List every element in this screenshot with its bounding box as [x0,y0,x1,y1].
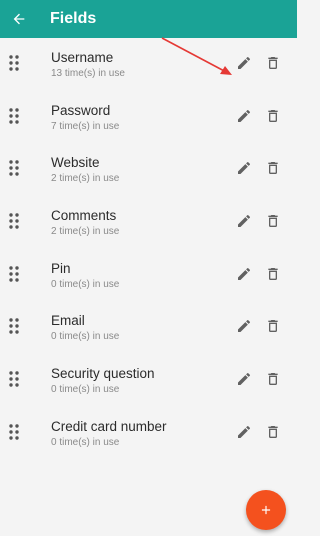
trash-icon [268,162,278,175]
delete-button[interactable] [262,315,284,337]
field-text: Website 2 time(s) in use [51,155,119,185]
field-row[interactable]: Comments 2 time(s) in use [0,196,297,249]
delete-button[interactable] [262,368,284,390]
edit-button[interactable] [233,157,255,179]
field-name: Password [51,102,111,118]
drag-handle-icon[interactable] [9,266,19,287]
field-name: Pin [51,260,71,276]
field-name: Credit card number [51,418,167,434]
field-row[interactable]: Website 2 time(s) in use [0,143,297,196]
add-field-button[interactable] [246,490,286,530]
fields-list: Username 13 time(s) in use Password 7 ti… [0,38,297,460]
app-bar: Fields [0,0,297,38]
field-row[interactable]: Username 13 time(s) in use [0,38,297,91]
edit-button[interactable] [233,210,255,232]
field-name: Website [51,155,100,171]
edit-button[interactable] [233,421,255,443]
edit-button[interactable] [233,52,255,74]
field-usage: 0 time(s) in use [51,384,120,396]
drag-handle-icon[interactable] [9,213,19,234]
edit-button[interactable] [233,263,255,285]
field-usage: 0 time(s) in use [51,436,120,448]
field-text: Password 7 time(s) in use [51,103,119,133]
delete-button[interactable] [262,105,284,127]
field-usage: 13 time(s) in use [51,68,125,79]
pencil-icon [238,162,251,175]
trash-icon [268,109,278,122]
drag-handle-icon[interactable] [9,318,19,339]
field-text: Email 0 time(s) in use [51,313,119,343]
field-row[interactable]: Pin 0 time(s) in use [0,249,297,302]
field-row[interactable]: Credit card number 0 time(s) in use [0,407,297,460]
field-name: Username [51,50,114,65]
delete-button[interactable] [262,421,284,443]
field-usage: 0 time(s) in use [51,331,120,343]
field-row[interactable]: Security question 0 time(s) in use [0,354,297,407]
trash-icon [268,215,278,228]
field-name: Email [51,313,85,329]
pencil-icon [238,373,251,386]
edit-button[interactable] [233,315,255,337]
drag-handle-icon[interactable] [9,107,19,129]
pencil-icon [238,320,251,333]
drag-handle-icon[interactable] [9,55,19,76]
field-text: Comments 2 time(s) in use [51,208,119,238]
back-button[interactable] [0,0,38,38]
delete-button[interactable] [262,210,284,232]
edit-button[interactable] [233,105,255,127]
pencil-icon [238,56,251,69]
field-text: Username 13 time(s) in use [51,50,125,80]
field-name: Security question [51,366,155,382]
drag-handle-icon[interactable] [9,371,19,392]
pencil-icon [238,267,251,280]
plus-icon [261,505,271,515]
field-text: Credit card number 0 time(s) in use [51,419,167,449]
trash-icon [268,373,278,386]
field-name: Comments [51,208,117,224]
delete-button[interactable] [262,263,284,285]
delete-button[interactable] [262,52,284,74]
field-text: Security question 0 time(s) in use [51,366,155,396]
field-row[interactable]: Password 7 time(s) in use [0,91,297,144]
field-usage: 7 time(s) in use [51,120,120,132]
trash-icon [268,425,278,438]
pencil-icon [238,425,251,438]
edit-button[interactable] [233,368,255,390]
arrow-left-icon [13,13,25,25]
trash-icon [268,320,278,333]
field-row[interactable]: Email 0 time(s) in use [0,301,297,354]
pencil-icon [238,109,251,122]
field-usage: 2 time(s) in use [51,173,120,185]
field-usage: 0 time(s) in use [51,278,120,290]
delete-button[interactable] [262,157,284,179]
pencil-icon [238,215,251,228]
drag-handle-icon[interactable] [9,160,19,181]
trash-icon [268,57,278,69]
field-usage: 2 time(s) in use [51,226,120,238]
trash-icon [268,267,278,280]
page-title: Fields [50,10,97,27]
drag-handle-icon[interactable] [9,424,19,445]
field-text: Pin 0 time(s) in use [51,261,119,291]
